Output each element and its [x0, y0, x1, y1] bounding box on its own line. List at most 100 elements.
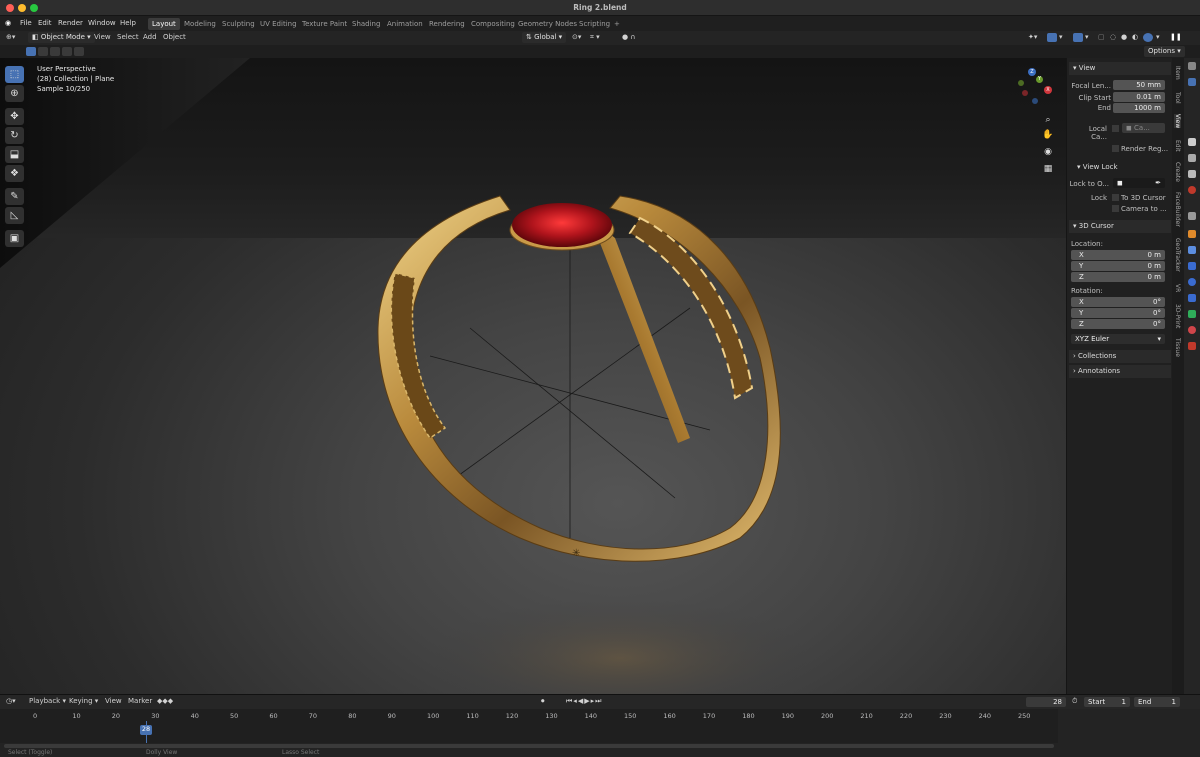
- tab-create[interactable]: Create: [1174, 162, 1181, 182]
- perspective-grid-icon[interactable]: ▦: [1042, 163, 1054, 175]
- local-camera-field[interactable]: ◼ Ca...: [1122, 123, 1165, 133]
- transform-orientation-dropdown[interactable]: ⇅ Global ▾: [522, 32, 567, 43]
- tab-texture-paint[interactable]: Texture Paint: [298, 18, 351, 30]
- select-new-icon[interactable]: [26, 47, 36, 56]
- menu-select[interactable]: Select: [117, 33, 139, 41]
- add-workspace-button[interactable]: +: [610, 18, 624, 30]
- snap-icon[interactable]: ⌗ ▾: [590, 33, 600, 42]
- keyframe-nav-icon[interactable]: ◆◆◆: [157, 697, 173, 705]
- navigation-gizmo[interactable]: Z X Y: [1018, 68, 1058, 108]
- tool-props-icon[interactable]: [1188, 62, 1196, 70]
- scale-tool-icon[interactable]: ⬓: [5, 146, 24, 163]
- collection-props-icon[interactable]: [1188, 212, 1196, 220]
- timeline-editor-type-icon[interactable]: ◷▾: [6, 697, 16, 705]
- menu-edit[interactable]: Edit: [38, 19, 52, 27]
- keying-menu[interactable]: Keying ▾: [69, 697, 98, 705]
- clock-icon[interactable]: ⏱: [1072, 697, 1077, 706]
- particles-props-icon[interactable]: [1188, 262, 1196, 270]
- select-box-tool-icon[interactable]: ⬚: [5, 66, 24, 83]
- menu-file[interactable]: File: [20, 19, 32, 27]
- gizmo-neg-x[interactable]: [1022, 90, 1028, 96]
- cursor-tool-icon[interactable]: ⊕: [5, 85, 24, 102]
- tab-3d-print[interactable]: 3D-Print: [1174, 304, 1181, 328]
- eyedropper-icon[interactable]: ✒: [1155, 179, 1161, 187]
- cursor-rotation-z-field[interactable]: Z 0°: [1071, 319, 1165, 329]
- texture-props-icon[interactable]: [1188, 342, 1196, 350]
- tab-compositing[interactable]: Compositing: [467, 18, 519, 30]
- menu-window[interactable]: Window: [88, 19, 116, 27]
- transform-tool-icon[interactable]: ❖: [5, 165, 24, 182]
- clip-end-field[interactable]: 1000 m: [1113, 103, 1165, 113]
- visibility-icon[interactable]: ✦▾: [1028, 33, 1037, 41]
- cursor-rotation-y-field[interactable]: Y 0°: [1071, 308, 1165, 318]
- material-props-icon[interactable]: [1188, 326, 1196, 334]
- annotations-panel-header[interactable]: › Annotations: [1069, 365, 1171, 378]
- world-props-icon[interactable]: [1188, 186, 1196, 194]
- menu-object[interactable]: Object: [163, 33, 186, 41]
- rotation-mode-dropdown[interactable]: XYZ Euler ▾: [1071, 334, 1165, 344]
- move-tool-icon[interactable]: ✥: [5, 108, 24, 125]
- gizmo-z-axis[interactable]: Z: [1028, 68, 1036, 76]
- tab-geotracker[interactable]: GeoTracker: [1174, 238, 1181, 272]
- menu-view[interactable]: View: [94, 33, 111, 41]
- annotate-tool-icon[interactable]: ✎: [5, 188, 24, 205]
- cursor-location-y-field[interactable]: Y 0 m: [1071, 261, 1165, 271]
- shading-dropdown-icon[interactable]: ▾: [1156, 33, 1160, 41]
- playhead-frame-label[interactable]: 28: [140, 725, 152, 735]
- 3d-cursor-panel-header[interactable]: ▾ 3D Cursor: [1069, 220, 1171, 233]
- physics-props-icon[interactable]: [1188, 278, 1196, 286]
- select-subtract-icon[interactable]: [50, 47, 60, 56]
- view-lock-subheader[interactable]: ▾ View Lock: [1077, 163, 1118, 171]
- select-intersect-icon[interactable]: [74, 47, 84, 56]
- camera-to-view-checkbox[interactable]: [1112, 205, 1119, 212]
- playback-controls[interactable]: ⏮◂◀▶▸⏭: [566, 697, 602, 706]
- gizmo-neg-y[interactable]: [1018, 80, 1024, 86]
- playback-menu[interactable]: Playback ▾: [29, 697, 66, 705]
- tab-facebuilder[interactable]: FaceBuilder: [1174, 192, 1181, 227]
- tab-vr[interactable]: VR: [1174, 284, 1181, 292]
- shading-wireframe-icon[interactable]: ◌: [1110, 33, 1116, 41]
- cursor-rotation-x-field[interactable]: X 0°: [1071, 297, 1165, 307]
- record-icon[interactable]: ⏺: [541, 697, 545, 706]
- view-layer-props-icon[interactable]: [1188, 154, 1196, 162]
- measure-tool-icon[interactable]: ◺: [5, 207, 24, 224]
- gizmo-neg-z[interactable]: [1032, 98, 1038, 104]
- local-camera-checkbox[interactable]: [1112, 125, 1119, 132]
- gizmo-x-axis[interactable]: X: [1044, 86, 1052, 94]
- tab-uv-editing[interactable]: UV Editing: [256, 18, 301, 30]
- add-cube-tool-icon[interactable]: ▣: [5, 230, 24, 247]
- view-panel-header[interactable]: ▾ View: [1069, 62, 1171, 75]
- render-region-checkbox[interactable]: [1112, 145, 1119, 152]
- tab-rendering[interactable]: Rendering: [425, 18, 469, 30]
- timeline-track-area[interactable]: 0 10 20 30 40 50 60 70 80 90 100 110 120 130 140 150 160…: [0, 709, 1058, 743]
- menu-render[interactable]: Render: [58, 19, 83, 27]
- proportional-edit-icon[interactable]: ● ∩: [622, 33, 635, 41]
- tab-item[interactable]: Item: [1174, 66, 1181, 80]
- cursor-location-z-field[interactable]: Z 0 m: [1071, 272, 1165, 282]
- shading-solid-icon[interactable]: ●: [1121, 33, 1127, 41]
- zoom-icon[interactable]: ⌕: [1042, 114, 1054, 126]
- constraints-props-icon[interactable]: [1188, 294, 1196, 302]
- blender-logo-icon[interactable]: ◉: [5, 19, 11, 27]
- pan-hand-icon[interactable]: ✋: [1042, 129, 1054, 141]
- cursor-location-x-field[interactable]: X 0 m: [1071, 250, 1165, 260]
- render-props-icon[interactable]: [1188, 78, 1196, 86]
- tab-animation[interactable]: Animation: [383, 18, 427, 30]
- start-frame-field[interactable]: Start 1: [1084, 697, 1130, 707]
- select-extend-icon[interactable]: [38, 47, 48, 56]
- marker-menu[interactable]: Marker: [128, 697, 152, 705]
- tab-layout[interactable]: Layout: [148, 18, 180, 30]
- focal-length-field[interactable]: 50 mm: [1113, 80, 1165, 90]
- tab-scripting[interactable]: Scripting: [575, 18, 614, 30]
- options-dropdown[interactable]: Options ▾: [1144, 46, 1185, 57]
- shading-rendered-icon[interactable]: [1143, 33, 1153, 42]
- xray-icon[interactable]: ▢: [1098, 33, 1105, 41]
- pause-render-icon[interactable]: ❚❚: [1170, 33, 1182, 41]
- tab-tool[interactable]: Tool: [1174, 92, 1181, 104]
- overlays-toggle-icon[interactable]: [1073, 33, 1083, 42]
- menu-help[interactable]: Help: [120, 19, 136, 27]
- editor-type-icon[interactable]: ⊕▾: [6, 33, 15, 41]
- menu-add[interactable]: Add: [143, 33, 157, 41]
- timeline-scrollbar[interactable]: [4, 744, 1054, 748]
- tab-tissue[interactable]: Tissue: [1174, 338, 1181, 357]
